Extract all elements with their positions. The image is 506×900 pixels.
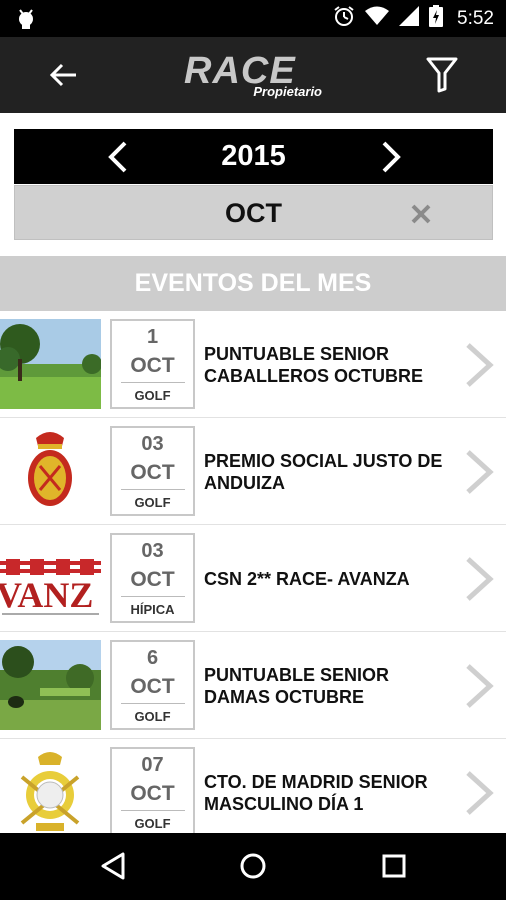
filter-icon bbox=[426, 57, 458, 93]
event-category: HÍPICA bbox=[130, 602, 175, 617]
nav-recents-icon bbox=[382, 854, 406, 878]
nav-home-icon bbox=[240, 853, 266, 879]
event-date-box: 1 OCT GOLF bbox=[110, 319, 195, 409]
section-header: EVENTOS DEL MES bbox=[0, 256, 506, 311]
nav-back-icon bbox=[101, 852, 125, 880]
event-date-box: 07 OCT GOLF bbox=[110, 747, 195, 833]
clear-month-button[interactable] bbox=[406, 199, 436, 229]
status-bar: 5:52 bbox=[0, 0, 506, 37]
event-row[interactable]: 03 OCT GOLF PREMIO SOCIAL JUSTO DE ANDUI… bbox=[0, 418, 506, 525]
date-divider bbox=[120, 489, 185, 490]
system-nav-bar bbox=[0, 833, 506, 900]
event-day: 6 bbox=[146, 647, 159, 669]
golf-course-thumb-2 bbox=[0, 640, 101, 730]
chevron-right-icon bbox=[466, 557, 494, 601]
battery-icon bbox=[429, 5, 444, 32]
chevron-right-icon bbox=[466, 664, 494, 708]
event-list: 1 OCT GOLF PUNTUABLE SENIOR CABALLEROS O… bbox=[0, 311, 506, 833]
nav-home-button[interactable] bbox=[231, 846, 275, 886]
event-day: 03 bbox=[141, 433, 164, 455]
date-divider bbox=[120, 382, 185, 383]
filter-button[interactable] bbox=[422, 55, 462, 95]
nav-back-button[interactable] bbox=[92, 846, 136, 886]
date-divider bbox=[120, 810, 185, 811]
crest-thumb bbox=[0, 426, 101, 516]
year-label: 2015 bbox=[221, 140, 286, 172]
status-time: 5:52 bbox=[457, 7, 494, 29]
event-month: OCT bbox=[130, 354, 175, 377]
event-month: OCT bbox=[130, 675, 175, 698]
event-month: OCT bbox=[130, 461, 175, 484]
event-row[interactable]: 1 OCT GOLF PUNTUABLE SENIOR CABALLEROS O… bbox=[0, 311, 506, 418]
android-debug-icon bbox=[16, 8, 36, 35]
golf-badge-thumb bbox=[0, 747, 101, 833]
signal-icon bbox=[399, 6, 420, 31]
race-logo: RACE Propietario bbox=[184, 51, 324, 101]
app-bar: RACE Propietario bbox=[0, 37, 506, 113]
event-row[interactable]: 6 OCT GOLF PUNTUABLE SENIOR DAMAS OCTUBR… bbox=[0, 632, 506, 739]
event-day: 1 bbox=[146, 326, 159, 348]
event-date-box: 6 OCT GOLF bbox=[110, 640, 195, 730]
close-icon bbox=[411, 204, 431, 224]
event-category: GOLF bbox=[134, 388, 171, 403]
event-day: 03 bbox=[141, 540, 164, 562]
golf-course-thumb bbox=[0, 319, 101, 409]
event-title: PREMIO SOCIAL JUSTO DE ANDUIZA bbox=[204, 450, 443, 493]
alarm-icon bbox=[333, 5, 355, 32]
date-divider bbox=[120, 703, 185, 704]
chevron-right-icon bbox=[466, 771, 494, 815]
date-divider bbox=[120, 596, 185, 597]
nav-recents-button[interactable] bbox=[372, 846, 416, 886]
event-category: GOLF bbox=[134, 495, 171, 510]
event-category: GOLF bbox=[134, 709, 171, 724]
back-arrow-icon bbox=[50, 63, 76, 87]
next-year-button[interactable] bbox=[371, 137, 411, 177]
event-date-box: 03 OCT GOLF bbox=[110, 426, 195, 516]
event-title: PUNTUABLE SENIOR CABALLEROS OCTUBRE bbox=[204, 343, 423, 386]
wifi-icon bbox=[365, 6, 390, 31]
chevron-right-icon bbox=[466, 343, 494, 387]
event-title: CTO. DE MADRID SENIOR MASCULINO DÍA 1 bbox=[204, 771, 428, 814]
event-title: PUNTUABLE SENIOR DAMAS OCTUBRE bbox=[204, 664, 390, 707]
event-title: CSN 2** RACE- AVANZA bbox=[204, 568, 410, 589]
event-month: OCT bbox=[130, 568, 175, 591]
event-day: 07 bbox=[141, 754, 164, 776]
back-button[interactable] bbox=[44, 57, 84, 93]
event-row[interactable]: 07 OCT GOLF CTO. DE MADRID SENIOR MASCUL… bbox=[0, 739, 506, 833]
logo-sub-text: Propietario bbox=[253, 84, 322, 99]
event-category: GOLF bbox=[134, 816, 171, 831]
chevron-right-icon bbox=[382, 141, 401, 173]
avanza-thumb: VANZ bbox=[0, 533, 101, 623]
year-selector: 2015 bbox=[14, 129, 493, 184]
svg-text:VANZ: VANZ bbox=[0, 575, 93, 615]
month-selector[interactable]: OCT bbox=[14, 185, 493, 240]
chevron-right-icon bbox=[466, 450, 494, 494]
event-month: OCT bbox=[130, 782, 175, 805]
event-row[interactable]: VANZ 03 OCT HÍPICA CSN 2** RACE- AVANZA bbox=[0, 525, 506, 632]
event-date-box: 03 OCT HÍPICA bbox=[110, 533, 195, 623]
